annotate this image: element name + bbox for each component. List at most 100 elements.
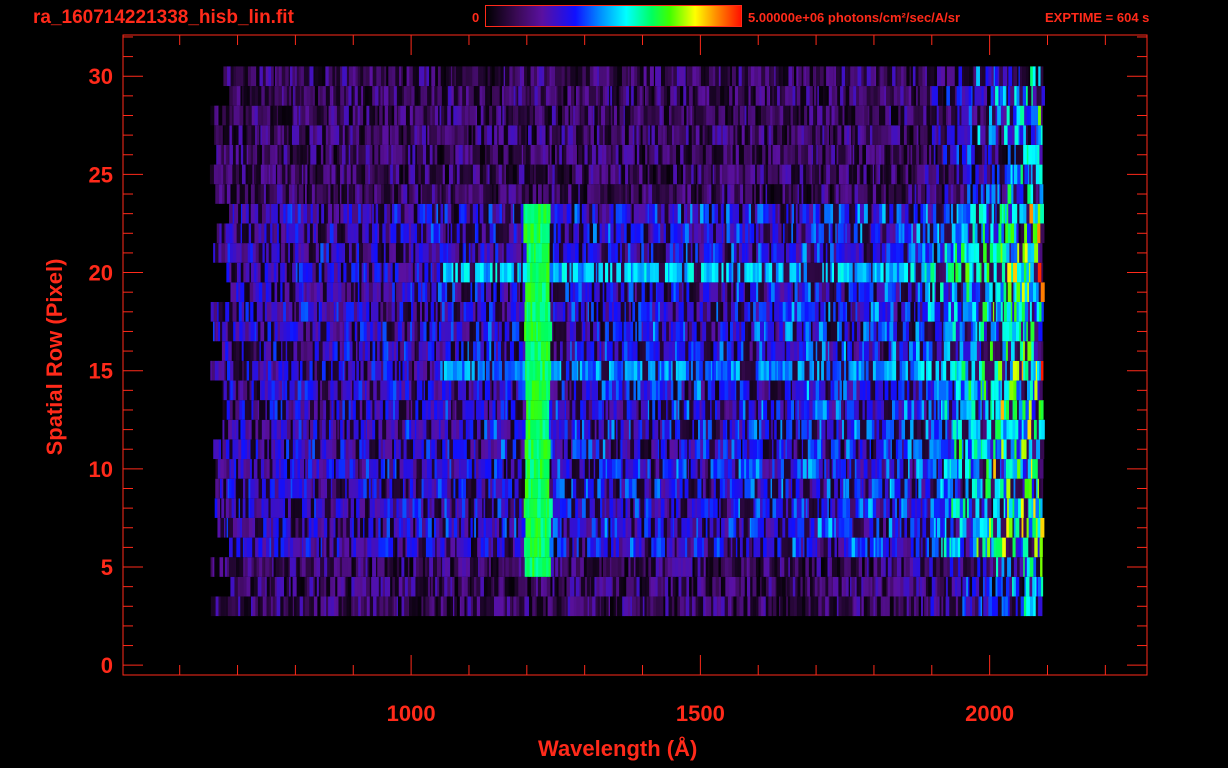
heatmap-cell <box>1009 321 1013 342</box>
heatmap-cell <box>1008 537 1013 558</box>
heatmap-cell <box>777 537 781 558</box>
heatmap-cell <box>695 400 701 420</box>
heatmap-cell <box>1001 557 1005 577</box>
heatmap-cell <box>360 341 363 361</box>
heatmap-cell <box>220 517 225 538</box>
heatmap-cell <box>927 498 931 518</box>
heatmap-cell <box>748 459 753 479</box>
heatmap-cell <box>444 478 448 499</box>
heatmap-cell <box>779 301 784 322</box>
heatmap-cell <box>935 537 940 558</box>
heatmap-cell <box>861 360 865 381</box>
heatmap-cell <box>417 360 420 381</box>
heatmap-cell <box>590 537 594 558</box>
heatmap-cell <box>768 360 772 381</box>
heatmap-cell <box>385 459 388 479</box>
heatmap-cell <box>654 478 658 499</box>
heatmap-cell <box>630 498 634 518</box>
heatmap-cell <box>230 360 234 381</box>
heatmap-cell <box>355 557 359 577</box>
heatmap-cell <box>736 517 740 538</box>
heatmap-cell <box>777 380 782 401</box>
heatmap-cell <box>934 380 938 401</box>
heatmap-cell <box>1026 596 1031 617</box>
heatmap-cell <box>480 537 484 558</box>
heatmap-cell <box>970 557 975 577</box>
heatmap-cell <box>724 557 729 577</box>
heatmap-cell <box>217 498 221 518</box>
heatmap-cell <box>716 400 721 420</box>
heatmap-cell <box>427 380 433 401</box>
heatmap-cell <box>625 301 630 322</box>
heatmap-cell <box>356 498 360 518</box>
heatmap-cell <box>750 301 754 322</box>
heatmap-cell <box>702 360 706 381</box>
heatmap-cell <box>550 341 555 361</box>
heatmap-cell <box>631 596 637 617</box>
heatmap-cell <box>961 419 967 440</box>
heatmap-cell <box>657 517 662 538</box>
heatmap-cell <box>888 517 893 538</box>
heatmap-cell <box>738 478 744 499</box>
heatmap-cell <box>1041 341 1044 361</box>
heatmap-cell <box>499 596 505 617</box>
heatmap-cell <box>1040 360 1044 381</box>
heatmap-cell <box>803 478 807 499</box>
heatmap-cell <box>345 576 349 597</box>
heatmap-cell <box>853 596 857 617</box>
heatmap-cell <box>975 400 979 420</box>
heatmap-cell <box>271 478 276 499</box>
heatmap-cell <box>480 596 485 617</box>
heatmap-cell <box>476 596 481 617</box>
heatmap-cell <box>514 478 519 499</box>
heatmap-cell <box>256 341 260 361</box>
heatmap-cell <box>711 478 715 499</box>
heatmap-cell <box>428 419 432 440</box>
heatmap-cell <box>754 419 758 440</box>
heatmap-cell <box>431 341 435 361</box>
heatmap-cell <box>925 576 929 597</box>
heatmap-cell <box>713 537 718 558</box>
heatmap-cell <box>348 498 352 518</box>
heatmap-cell <box>553 360 558 381</box>
heatmap-cell <box>507 380 512 401</box>
heatmap-cell <box>665 596 669 617</box>
heatmap-cell <box>790 596 795 617</box>
heatmap-cell <box>940 439 945 460</box>
heatmap-cell <box>683 459 687 479</box>
heatmap-cell <box>271 537 275 558</box>
heatmap-cell <box>716 537 721 558</box>
heatmap-cell <box>300 576 305 597</box>
heatmap-cell <box>304 517 308 538</box>
heatmap-cell <box>447 576 451 597</box>
heatmap-cell <box>826 400 830 420</box>
heatmap-cell <box>752 459 757 479</box>
heatmap-cell <box>804 517 807 538</box>
heatmap-cell <box>971 439 975 460</box>
heatmap-cell <box>446 596 451 617</box>
heatmap-cell <box>794 596 798 617</box>
heatmap-cell <box>375 439 379 460</box>
heatmap-cell <box>743 557 748 577</box>
heatmap-cell <box>256 380 261 401</box>
heatmap-cell <box>254 478 258 499</box>
heatmap-cell <box>393 478 398 499</box>
heatmap-cell <box>784 380 790 401</box>
heatmap-cell <box>601 596 605 617</box>
heatmap-cell <box>441 321 446 342</box>
heatmap-cell <box>257 321 261 342</box>
heatmap-cell <box>639 341 643 361</box>
heatmap-cell <box>292 517 296 538</box>
heatmap-cell <box>407 321 411 342</box>
heatmap-cell <box>997 596 1003 617</box>
heatmap-cell <box>215 478 220 499</box>
heatmap-cell <box>642 576 646 597</box>
heatmap-cell <box>928 400 932 420</box>
heatmap-cell <box>956 400 959 420</box>
heatmap-cell <box>695 360 700 381</box>
heatmap-cell <box>535 517 539 538</box>
heatmap-cell <box>812 478 817 499</box>
heatmap-cell <box>587 537 591 558</box>
heatmap-cell <box>732 321 737 342</box>
heatmap-cell <box>303 419 308 440</box>
